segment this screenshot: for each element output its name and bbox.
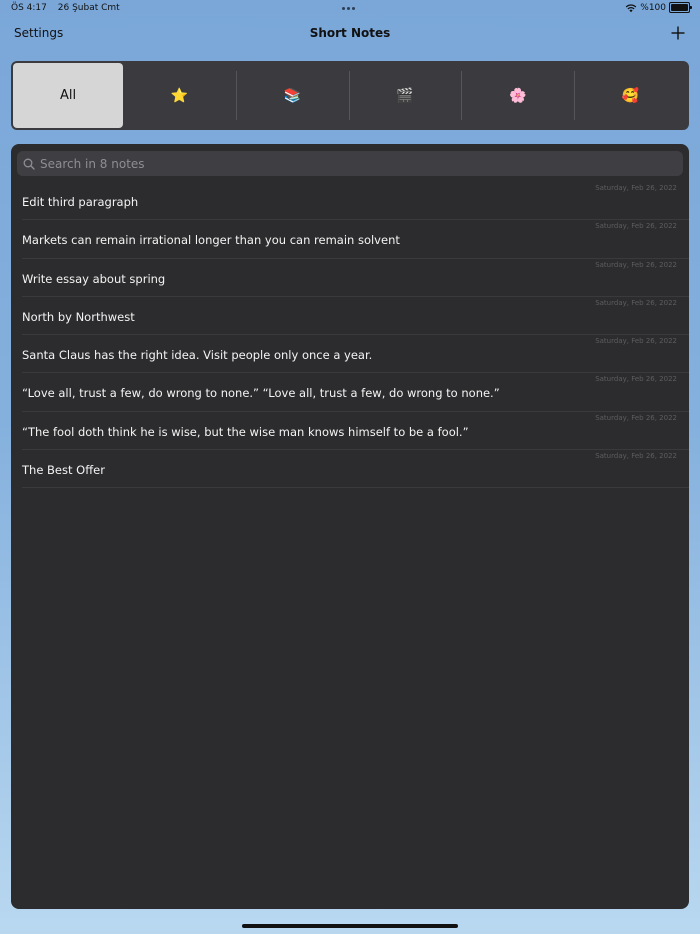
clapper-board-icon: 🎬 — [396, 87, 414, 104]
note-date: Saturday, Feb 26, 2022 — [595, 184, 677, 192]
status-bar: ÖS 4:17 26 Şubat Cmt %100 — [0, 0, 700, 18]
note-title: Markets can remain irrational longer tha… — [22, 233, 400, 248]
filter-all[interactable]: All — [13, 63, 123, 128]
note-row[interactable]: Saturday, Feb 26, 2022 Santa Claus has t… — [22, 335, 689, 374]
page-title: Short Notes — [309, 26, 391, 40]
battery-percent: %100 — [640, 2, 666, 13]
status-time: ÖS 4:17 — [11, 3, 47, 13]
note-date: Saturday, Feb 26, 2022 — [595, 413, 677, 422]
filter-movies[interactable]: 🎬 — [348, 63, 462, 128]
filter-love[interactable]: 🥰 — [574, 63, 687, 128]
battery-level-fill — [671, 4, 688, 11]
star-icon: ⭐ — [170, 87, 189, 104]
note-title: North by Northwest — [22, 309, 135, 324]
note-title: Santa Claus has the right idea. Visit pe… — [22, 348, 373, 363]
cherry-blossom-icon: 🌸 — [509, 87, 527, 104]
status-indicators: %100 — [625, 2, 692, 13]
filter-star[interactable]: ⭐ — [123, 63, 236, 128]
filter-all-label: All — [59, 88, 77, 103]
note-row[interactable]: Saturday, Feb 26, 2022 North by Northwes… — [22, 297, 689, 336]
books-icon: 📚 — [283, 87, 301, 104]
status-time-date: ÖS 4:17 26 Şubat Cmt — [11, 3, 120, 13]
note-title: “Love all, trust a few, do wrong to none… — [22, 386, 500, 401]
multitasking-dots-icon[interactable] — [342, 7, 358, 11]
note-row[interactable]: Saturday, Feb 26, 2022 “Love all, trust … — [22, 373, 689, 412]
note-title: Edit third paragraph — [22, 195, 139, 209]
note-title: The Best Offer — [22, 463, 105, 478]
search-icon — [23, 158, 35, 170]
note-row[interactable]: Saturday, Feb 26, 2022 Markets can remai… — [22, 220, 689, 259]
note-row[interactable]: Saturday, Feb 26, 2022 The Best Offer — [22, 450, 689, 489]
filter-books[interactable]: 📚 — [235, 63, 349, 128]
notes-panel: Saturday, Feb 26, 2022 Edit third paragr… — [11, 144, 689, 909]
note-row[interactable]: Saturday, Feb 26, 2022 “The fool doth th… — [22, 412, 689, 451]
search-bar[interactable] — [17, 151, 683, 176]
note-row[interactable]: Saturday, Feb 26, 2022 Edit third paragr… — [22, 182, 689, 221]
note-date: Saturday, Feb 26, 2022 — [595, 375, 677, 384]
category-filter: All ⭐ 📚 🎬 🌸 🥰 — [11, 61, 689, 130]
filter-flower[interactable]: 🌸 — [461, 63, 574, 128]
status-date: 26 Şubat Cmt — [57, 3, 120, 13]
home-indicator[interactable] — [242, 924, 458, 928]
note-title: Write essay about spring — [22, 271, 166, 286]
smiling-face-with-hearts-icon: 🥰 — [621, 87, 640, 104]
note-row[interactable]: Saturday, Feb 26, 2022 Write essay about… — [22, 259, 689, 297]
note-title: “The fool doth think he is wise, but the… — [22, 424, 469, 439]
note-date: Saturday, Feb 26, 2022 — [595, 260, 677, 269]
note-list: Saturday, Feb 26, 2022 Edit third paragr… — [11, 182, 689, 489]
note-date: Saturday, Feb 26, 2022 — [595, 452, 677, 461]
search-input[interactable] — [40, 156, 683, 171]
note-date: Saturday, Feb 26, 2022 — [595, 298, 677, 307]
note-date: Saturday, Feb 26, 2022 — [595, 222, 677, 231]
note-date: Saturday, Feb 26, 2022 — [595, 337, 677, 346]
battery-icon — [669, 2, 692, 13]
navigation-bar: Settings Short Notes — [0, 20, 700, 48]
plus-icon[interactable] — [670, 25, 686, 41]
wifi-icon — [626, 3, 637, 12]
